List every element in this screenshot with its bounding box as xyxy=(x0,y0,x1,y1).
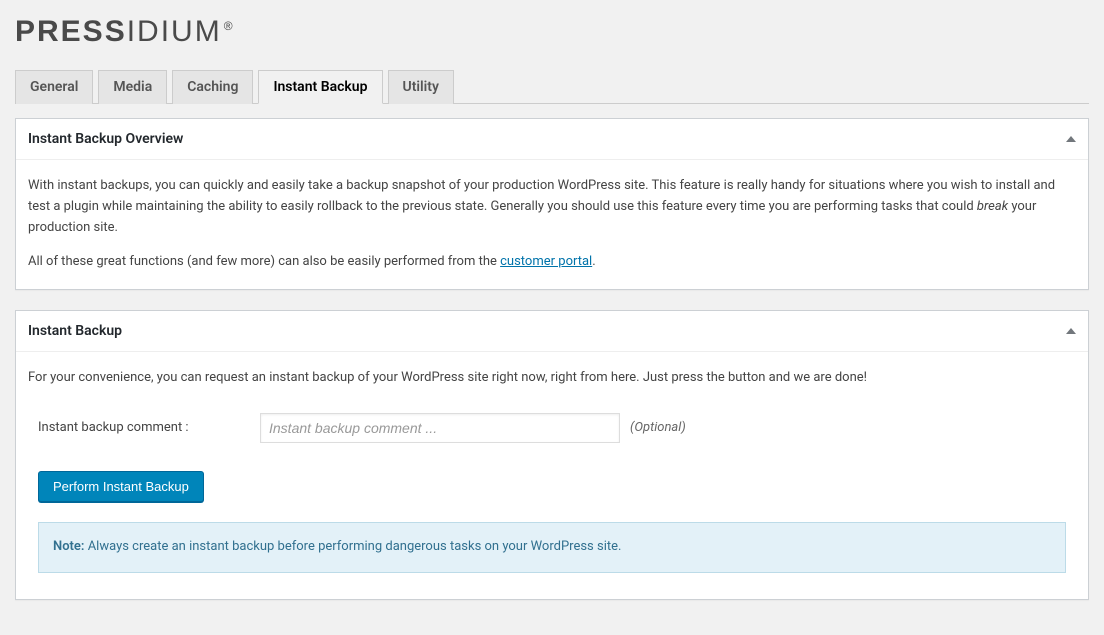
chevron-up-icon xyxy=(1066,136,1076,142)
comment-input[interactable] xyxy=(260,413,620,443)
note-label: Note: xyxy=(53,539,84,554)
brand-suffix: IDIUM xyxy=(127,15,222,48)
backup-panel-title: Instant Backup xyxy=(28,323,122,339)
overview-paragraph-1: With instant backups, you can quickly an… xyxy=(28,176,1076,238)
comment-form-row: Instant backup comment : (Optional) xyxy=(28,413,1076,443)
backup-panel-body: For your convenience, you can request an… xyxy=(16,352,1088,599)
overview-p2-text1: All of these great functions (and few mo… xyxy=(28,254,500,269)
comment-optional: (Optional) xyxy=(630,418,686,439)
overview-p2-text2: . xyxy=(592,254,595,269)
brand-prefix: PRESS xyxy=(15,15,127,48)
customer-portal-link[interactable]: customer portal xyxy=(500,254,592,269)
chevron-up-icon xyxy=(1066,328,1076,334)
tab-media[interactable]: Media xyxy=(98,70,167,104)
backup-intro: For your convenience, you can request an… xyxy=(28,368,1076,389)
brand-logo: PRESSIDIUM® xyxy=(15,15,235,49)
backup-panel: Instant Backup For your convenience, you… xyxy=(15,310,1089,600)
backup-panel-header[interactable]: Instant Backup xyxy=(16,311,1088,352)
overview-panel: Instant Backup Overview With instant bac… xyxy=(15,118,1089,290)
perform-backup-button[interactable]: Perform Instant Backup xyxy=(38,471,204,502)
note-text: Always create an instant backup before p… xyxy=(84,539,621,554)
tab-caching[interactable]: Caching xyxy=(172,70,253,104)
comment-label: Instant backup comment : xyxy=(38,418,260,439)
overview-panel-body: With instant backups, you can quickly an… xyxy=(16,160,1088,289)
tab-utility[interactable]: Utility xyxy=(388,70,454,104)
tab-bar: General Media Caching Instant Backup Uti… xyxy=(15,69,1089,104)
tab-general[interactable]: General xyxy=(15,70,93,104)
overview-p1-text1: With instant backups, you can quickly an… xyxy=(28,178,1055,214)
overview-panel-title: Instant Backup Overview xyxy=(28,131,183,147)
overview-panel-header[interactable]: Instant Backup Overview xyxy=(16,119,1088,160)
brand-registered: ® xyxy=(224,19,235,33)
overview-paragraph-2: All of these great functions (and few mo… xyxy=(28,252,1076,273)
note-box: Note: Always create an instant backup be… xyxy=(38,522,1066,573)
tab-instant-backup[interactable]: Instant Backup xyxy=(258,70,382,104)
overview-p1-break: break xyxy=(977,199,1008,214)
